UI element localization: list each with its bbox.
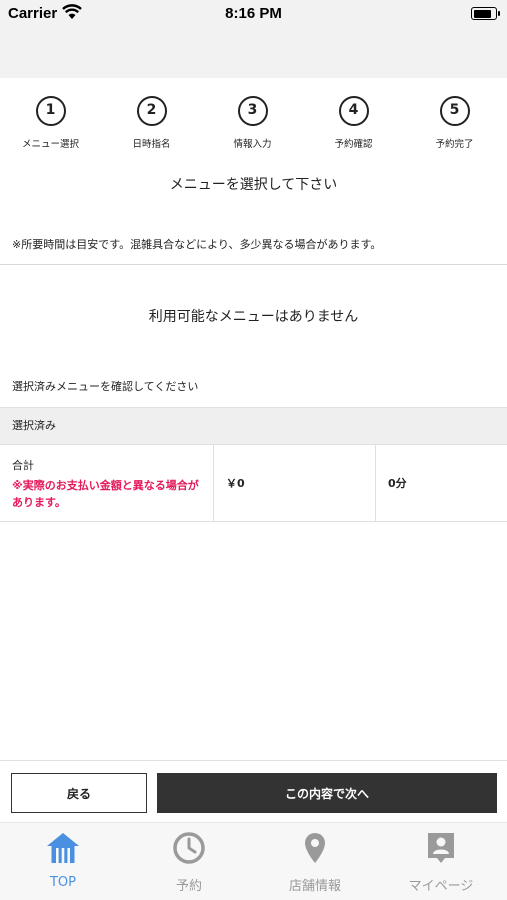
status-time: 8:16 PM xyxy=(225,5,282,22)
step-number: 1 xyxy=(35,96,66,126)
selected-section-header: 選択済み xyxy=(0,407,507,445)
page-heading: メニューを選択して下さい xyxy=(169,177,338,193)
tab-store-info[interactable]: 店舗情報 xyxy=(252,831,378,894)
back-button[interactable]: 戻る xyxy=(11,773,147,813)
navigation-bar xyxy=(0,30,507,78)
total-label-cell: 合計 ※実際のお支払い金額と異なる場合があります。 xyxy=(0,445,214,522)
step-4: 4 予約確認 xyxy=(303,96,404,150)
tab-bar: TOP 予約 店舗情報 マイページ xyxy=(0,822,507,900)
tab-label: 予約 xyxy=(175,879,202,894)
tab-label: 店舗情報 xyxy=(288,879,341,894)
divider xyxy=(0,264,507,265)
clock-icon xyxy=(173,832,205,864)
payment-warning: ※実際のお支払い金額と異なる場合があります。 xyxy=(12,479,199,509)
step-label: 予約確認 xyxy=(334,139,373,150)
step-number: 2 xyxy=(136,96,167,126)
step-label: メニュー選択 xyxy=(21,139,79,150)
step-5: 5 予約完了 xyxy=(404,96,505,150)
progress-steps: 1 メニュー選択 2 日時指名 3 情報入力 4 予約確認 5 予約完了 xyxy=(0,96,507,156)
step-label: 予約完了 xyxy=(435,139,474,150)
step-2: 2 日時指名 xyxy=(101,96,202,150)
tab-label: マイページ xyxy=(408,879,474,894)
tab-reservation[interactable]: 予約 xyxy=(126,831,252,894)
step-label: 日時指名 xyxy=(132,139,171,150)
action-bar: 戻る この内容で次へ xyxy=(0,760,507,822)
duration-note: ※所要時間は目安です。混雑具合などにより、多少異なる場合があります。 xyxy=(12,238,382,251)
total-price: ￥0 xyxy=(214,445,376,522)
step-label: 情報入力 xyxy=(233,139,272,150)
next-button[interactable]: この内容で次へ xyxy=(157,773,497,813)
tab-label: TOP xyxy=(49,875,76,890)
battery-icon xyxy=(471,7,500,20)
step-number: 3 xyxy=(237,96,268,126)
no-menu-message: 利用可能なメニューはありません xyxy=(148,309,359,325)
confirm-instruction: 選択済みメニューを確認してください xyxy=(12,380,199,393)
home-icon xyxy=(47,833,79,863)
total-row: 合計 ※実際のお支払い金額と異なる場合があります。 ￥0 0分 xyxy=(0,445,507,522)
total-label: 合計 xyxy=(12,459,34,472)
total-duration: 0分 xyxy=(388,477,407,490)
tab-top[interactable]: TOP xyxy=(0,831,126,890)
step-number: 4 xyxy=(338,96,369,126)
step-3: 3 情報入力 xyxy=(202,96,303,150)
tab-mypage[interactable]: マイページ xyxy=(378,831,504,894)
status-bar: Carrier 8:16 PM xyxy=(0,0,507,30)
profile-icon xyxy=(428,833,454,863)
location-pin-icon xyxy=(305,833,325,863)
step-number: 5 xyxy=(439,96,470,126)
step-1: 1 メニュー選択 xyxy=(0,96,101,150)
